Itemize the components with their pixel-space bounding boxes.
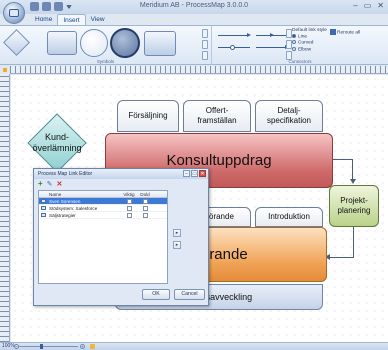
dialog-window-controls: – ▭ ✕ (183, 170, 206, 177)
elbow-option[interactable]: Elbow (292, 46, 327, 53)
cancel-button[interactable]: Cancel (174, 289, 205, 300)
zoom-slider-thumb[interactable] (40, 344, 43, 349)
table-row[interactable]: Sven Sorensen (39, 198, 167, 205)
connector-green-to-orange-left (327, 257, 354, 258)
ruler-corner (0, 66, 10, 74)
window-title: Meridium AB - ProcessMap 3.0.0.0 (139, 2, 249, 9)
rectangle-shape-button[interactable] (47, 31, 77, 55)
app-logo-icon (9, 9, 19, 17)
connector-green-to-orange (353, 227, 354, 257)
kundoverlamning-diamond[interactable]: Kund- överlämning (27, 113, 87, 173)
viktig-checkbox[interactable] (121, 212, 137, 218)
dold-checkbox[interactable] (137, 205, 153, 211)
box-introduktion[interactable]: Introduktion (255, 207, 323, 227)
dialog-close-button[interactable]: ✕ (199, 170, 206, 177)
application-menu-button[interactable] (3, 2, 25, 24)
title-bar: Meridium AB - ProcessMap 3.0.0.0 – ▭ ✕ (0, 0, 388, 14)
elbow-radio[interactable] (292, 46, 296, 51)
connector-arrow-button[interactable] (218, 32, 252, 38)
table-row[interactable]: Stödsystem: Salesforce (39, 205, 167, 212)
gallery-up-button[interactable] (202, 29, 208, 38)
add-link-icon[interactable]: + (38, 179, 43, 188)
link-editor-dialog: Process Map Link Editor – ▭ ✕ + ✎ ✕ Name… (33, 168, 209, 306)
table-row[interactable]: Säljstrategier (39, 212, 167, 219)
delete-link-icon[interactable]: ✕ (57, 180, 63, 188)
reroute-icon (330, 29, 336, 35)
link-type-icon (39, 198, 47, 204)
dialog-minimize-button[interactable]: – (183, 170, 190, 177)
ok-button[interactable]: OK (142, 289, 170, 300)
row-name: Säljstrategier (49, 213, 76, 218)
dold-checkbox[interactable] (137, 198, 153, 204)
column-dold[interactable]: Dold (137, 191, 153, 197)
connectors-group-label: Connectors (288, 59, 312, 64)
window-controls: – ▭ ✕ (353, 1, 384, 10)
edit-link-icon[interactable]: ✎ (47, 180, 53, 188)
connector-red-to-green-down (352, 159, 353, 181)
dialog-toolbar: + ✎ ✕ (34, 179, 208, 188)
move-down-button[interactable]: ▸ (173, 241, 181, 249)
dold-checkbox[interactable] (137, 212, 153, 218)
box-offertframstallan[interactable]: Offert- framställan (183, 100, 251, 132)
grid-header: Name Viktig Dold (39, 191, 167, 198)
dialog-title-bar: Process Map Link Editor – ▭ ✕ (34, 169, 208, 179)
selected-circle-shape-button[interactable] (110, 28, 140, 58)
connector-arrow-line-button[interactable] (256, 32, 290, 38)
close-button[interactable]: ✕ (377, 1, 384, 10)
ribbon-tabs: Home Insert View (30, 14, 110, 25)
ribbon: Symbols Default link style Line Curved E… (0, 25, 388, 65)
box-projektplanering[interactable]: Projekt- planering (329, 185, 379, 227)
diamond-label: Kund- överlämning (32, 132, 82, 153)
connectors-group: Default link style Line Curved Elbow Rer… (212, 26, 388, 65)
diagram-canvas[interactable]: Försäljning Offert- framställan Detalj- … (11, 75, 388, 342)
gallery-down-button[interactable] (202, 40, 208, 49)
reroute-all-button[interactable]: Reroute all (330, 29, 360, 35)
link-type-icon (39, 212, 47, 218)
connector-dot-arrow-button[interactable] (256, 44, 290, 51)
link-style-options: Default link style Line Curved Elbow (292, 28, 327, 53)
vertical-ruler (0, 74, 10, 342)
fit-page-icon[interactable] (90, 344, 95, 349)
diamond-shape-button[interactable] (3, 29, 30, 56)
minimize-button[interactable]: – (353, 1, 357, 10)
zoom-level: 100% (2, 343, 15, 349)
tab-home[interactable]: Home (30, 14, 57, 25)
dialog-title: Process Map Link Editor (38, 171, 93, 177)
move-up-button[interactable]: ▸ (173, 229, 181, 237)
box-detaljspecifikation[interactable]: Detalj- specifikation (255, 100, 323, 132)
maximize-button[interactable]: ▭ (364, 1, 372, 10)
viktig-checkbox[interactable] (121, 198, 137, 204)
viktig-checkbox[interactable] (121, 205, 137, 211)
dialog-maximize-button[interactable]: ▭ (191, 170, 198, 177)
circle-shape-button[interactable] (80, 29, 108, 57)
line-radio[interactable] (292, 34, 296, 38)
arrow-down-icon (350, 179, 356, 184)
column-name[interactable]: Name (47, 191, 121, 197)
connector-red-to-green (333, 159, 353, 160)
symbols-gallery-scroll[interactable] (202, 29, 208, 61)
connector-dot-button[interactable] (218, 44, 252, 51)
row-name: Sven Sorensen (49, 199, 81, 204)
zoom-slider[interactable] (18, 346, 78, 347)
row-name: Stödsystem: Salesforce (49, 206, 98, 211)
box-forsaljning[interactable]: Försäljning (117, 100, 179, 132)
tab-view[interactable]: View (86, 14, 110, 25)
link-type-icon (39, 205, 47, 211)
tab-insert[interactable]: Insert (57, 14, 86, 25)
rounded-rectangle-shape-button[interactable] (144, 31, 176, 56)
links-grid: Name Viktig Dold Sven Sorensen Stödsyste… (38, 190, 168, 284)
symbols-group-label: Symbols (96, 59, 115, 64)
zoom-in-button[interactable]: + (80, 344, 85, 349)
horizontal-ruler (10, 66, 388, 74)
column-viktig[interactable]: Viktig (121, 191, 137, 197)
curved-radio[interactable] (292, 40, 296, 45)
symbols-group: Symbols (0, 26, 212, 65)
status-bar: 100% − + (0, 342, 388, 350)
